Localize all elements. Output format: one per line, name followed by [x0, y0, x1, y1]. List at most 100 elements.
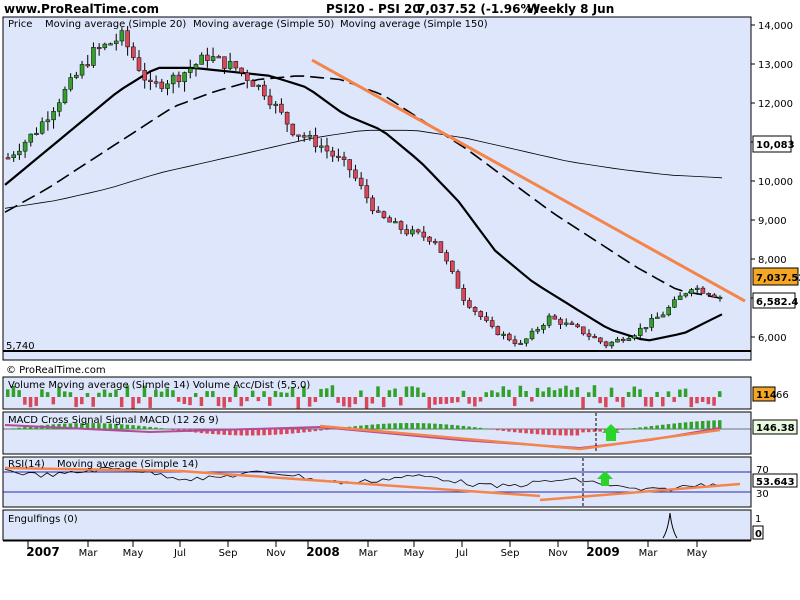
candle-body: [62, 88, 68, 104]
volume-bar: [216, 397, 221, 407]
volume-bar: [683, 388, 688, 397]
candle-body: [558, 318, 563, 325]
rsi-label: RSI(14): [8, 459, 45, 470]
macd-bar: [6, 429, 10, 430]
candle-body: [615, 338, 620, 343]
candle-body: [290, 123, 296, 136]
candle-body: [284, 111, 290, 125]
candle-body: [341, 156, 347, 160]
candle-body: [370, 197, 375, 212]
candle-body: [182, 72, 187, 83]
legend-price: Price: [8, 19, 32, 30]
volume-bar: [68, 392, 73, 397]
macd-bar: [307, 429, 312, 432]
candle-body: [455, 271, 461, 289]
candle-body: [427, 236, 432, 242]
volume-bar: [359, 390, 363, 397]
volume-bar: [176, 397, 181, 402]
volume-bar: [228, 397, 232, 403]
volume-bar: [643, 397, 648, 407]
candle-body: [239, 67, 244, 73]
volume-bar: [569, 389, 574, 397]
volume-bar: [97, 392, 101, 397]
x-tick-label: 2009: [586, 545, 619, 559]
candle-body: [495, 326, 501, 336]
macd-bar: [501, 429, 506, 431]
ma20-tag-text: 6,582.4: [756, 297, 798, 308]
volume-bar: [399, 397, 403, 406]
macd-bar: [381, 423, 386, 430]
volume-bar: [119, 397, 124, 408]
x-tick-label: Sep: [219, 548, 238, 559]
macd-bar: [621, 429, 625, 430]
x-tick-label: Jul: [455, 548, 468, 559]
candle-body: [125, 30, 130, 48]
engulf-panel: [2, 509, 752, 541]
candle-body: [438, 241, 444, 253]
candle-body: [136, 57, 142, 71]
volume-bar: [649, 397, 654, 407]
volume-bar: [23, 397, 27, 405]
volume-bar: [455, 397, 460, 403]
macd-bar: [467, 426, 471, 430]
candle-body: [113, 40, 119, 44]
volume-bar: [239, 397, 244, 407]
candle-body: [256, 84, 261, 87]
watermark: © ProRealTime.com: [6, 365, 106, 376]
candle-body: [364, 185, 370, 199]
volume-bar: [490, 390, 494, 397]
volume-bar: [171, 390, 175, 397]
candle-body: [142, 70, 147, 81]
macd-bar: [530, 429, 534, 434]
x-axis: 2007 Mar May Jul Sep Nov 2008 Mar May Jul Sep Nov 20…: [26, 541, 707, 559]
volume-bar: [416, 387, 420, 397]
volume-bar: [530, 397, 534, 402]
candle-body: [506, 333, 512, 341]
candle-body: [649, 318, 654, 328]
volume-tag-text2: 66: [776, 390, 789, 401]
candle-body: [358, 177, 364, 186]
candle-body: [552, 315, 558, 320]
volume-bar: [586, 392, 591, 397]
candle-body: [267, 95, 273, 106]
candle-body: [632, 335, 637, 339]
candle-body: [336, 155, 341, 158]
volume-bar: [330, 385, 335, 397]
volume-bar: [638, 389, 642, 397]
candle-body: [450, 260, 455, 272]
macd-bar: [148, 426, 152, 430]
volume-bar: [421, 392, 426, 397]
volume-bar: [507, 389, 511, 397]
candle-body: [17, 150, 22, 156]
volume-bar: [268, 397, 272, 406]
macd-bar: [569, 429, 574, 436]
candle-body: [535, 329, 540, 332]
macd-bar: [268, 429, 272, 436]
volume-bar: [74, 397, 78, 408]
macd-bar: [581, 429, 585, 433]
macd-bar: [643, 426, 648, 430]
candle-body: [227, 61, 233, 69]
legend-ma150: Moving average (Simple 150): [340, 19, 488, 30]
volume-bar: [387, 390, 392, 397]
macd-bar: [552, 429, 557, 436]
macd-bar: [547, 429, 551, 435]
volume-bar: [159, 391, 164, 397]
candle-body: [330, 150, 335, 157]
macd-bar: [450, 424, 454, 430]
rsi-label2: Moving average (Simple 14): [57, 459, 198, 470]
macd-bar: [404, 423, 409, 430]
candle-body: [518, 342, 523, 345]
macd-bar: [154, 427, 158, 430]
ma150-tag-text: 10,083: [756, 140, 795, 151]
candle-body: [159, 81, 165, 89]
candle-body: [51, 111, 56, 121]
x-tick-label: 2007: [26, 545, 59, 559]
candle-body: [489, 320, 495, 327]
candle-body: [541, 325, 546, 330]
volume-bar: [45, 392, 50, 397]
candle-body: [467, 300, 472, 308]
candle-body: [85, 64, 90, 67]
macd-bar: [695, 421, 699, 430]
volume-bar: [689, 397, 694, 408]
